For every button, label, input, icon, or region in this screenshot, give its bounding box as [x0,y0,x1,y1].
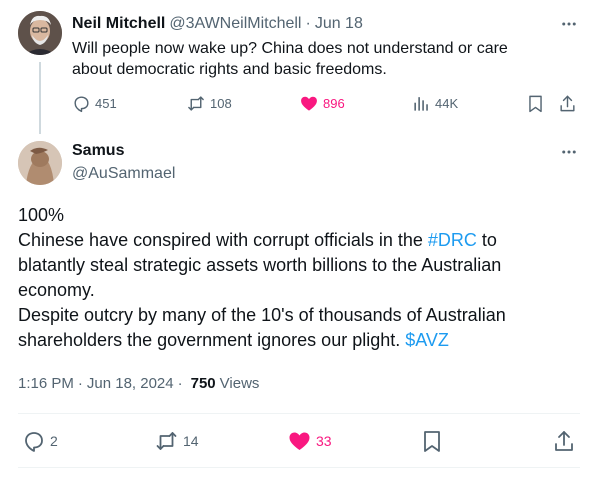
tweet-text-segment: to [476,230,497,250]
like-button[interactable]: 896 [299,94,345,113]
tweet-meta: 1:16 PM · Jun 18, 2024 · 750 Views [18,375,259,392]
repost-button[interactable]: 108 [186,94,232,113]
author-name[interactable]: Samus [72,142,124,160]
like-button[interactable]: 33 [287,429,332,453]
tweet-date[interactable]: Jun 18, 2024 [87,375,174,392]
share-icon [558,94,577,113]
tweet-text-line: shareholders the government ignores our … [18,328,584,353]
hashtag-link[interactable]: #DRC [428,230,477,250]
bookmark-icon [420,429,444,453]
views-label: Views [219,375,260,392]
repost-icon [154,429,179,453]
reply-button[interactable]: 2 [22,429,58,453]
thread-connector-line [39,62,41,134]
separator-dot: · [177,375,183,392]
author-handle[interactable]: @AuSammael [72,165,175,183]
parent-tweet[interactable]: Neil Mitchell @3AWNeilMitchell · Jun 18 … [0,0,598,135]
tweet-text-line: Despite outcry by many of the 10's of th… [18,305,506,325]
bookmark-icon [526,94,545,113]
views-count: 750 [190,375,216,392]
divider [18,413,580,414]
more-icon [560,15,578,33]
bookmark-button[interactable] [526,94,545,113]
reply-count: 2 [50,433,58,449]
reply-icon [72,94,91,113]
share-button[interactable] [552,429,576,453]
tweet-text-line: 100% [18,205,65,225]
tweet-text-line: Chinese have conspired with corrupt offi… [18,228,584,253]
bookmark-button[interactable] [420,429,444,453]
cashtag-link[interactable]: $AVZ [405,330,449,350]
divider [18,467,580,468]
separator-dot: · [77,375,83,392]
more-options-button[interactable] [558,141,580,163]
reply-icon [22,429,46,453]
tweet-text-line: economy. [18,280,95,300]
author-handle[interactable]: @3AWNeilMitchell [169,15,301,33]
like-count: 33 [316,433,332,449]
tweet-text-line: Will people now wake up? China does not … [72,40,508,57]
like-count: 896 [323,96,345,111]
author-name[interactable]: Neil Mitchell [72,15,165,33]
avatar-neil-mitchell[interactable] [18,11,62,55]
repost-count: 108 [210,96,232,111]
repost-icon [186,94,206,113]
separator-dot: · [305,15,311,32]
more-options-button[interactable] [558,13,580,35]
repost-count: 14 [183,433,199,449]
more-icon [560,143,578,161]
share-button[interactable] [558,94,577,113]
main-tweet-text: 100% Chinese have conspired with corrupt… [18,203,584,353]
repost-button[interactable]: 14 [154,429,199,453]
avatar-samus[interactable] [18,141,62,185]
tweet-text-line: blatantly steal strategic assets worth b… [18,255,502,275]
reply-count: 451 [95,96,117,111]
tweet-text-segment: shareholders the government ignores our … [18,330,406,350]
parent-tweet-header: Neil Mitchell @3AWNeilMitchell · Jun 18 [72,13,578,35]
reply-button[interactable]: 451 [72,94,117,113]
views-button[interactable]: 44K [412,94,458,113]
share-icon [552,429,576,453]
tweet-text-line: about democratic rights and basic freedo… [72,61,387,78]
parent-tweet-text: Will people now wake up? China does not … [72,38,572,80]
like-icon-filled [299,94,319,113]
analytics-icon [412,94,431,113]
tweet-date[interactable]: Jun 18 [315,15,363,33]
tweet-text-segment: Chinese have conspired with corrupt offi… [18,230,428,250]
views-count: 44K [435,96,459,111]
like-icon-filled [287,429,312,453]
tweet-time[interactable]: 1:16 PM [18,375,74,392]
